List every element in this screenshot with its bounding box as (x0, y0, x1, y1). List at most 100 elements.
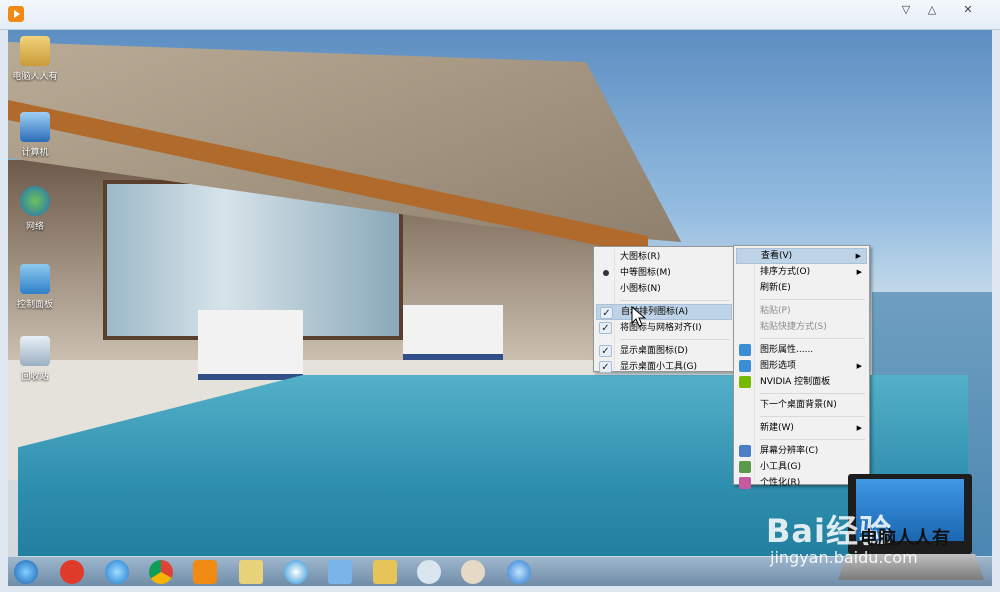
submenu-arrow-icon: ▶ (855, 252, 861, 260)
radio-dot-icon (603, 270, 609, 276)
menu-item-label: 显示桌面图标(D) (620, 346, 688, 356)
desktop-icon-label: 计算机 (21, 148, 49, 158)
intel-graphics-icon (739, 344, 751, 356)
chrome-icon[interactable] (149, 560, 173, 584)
kingsoft-app-icon[interactable] (60, 560, 84, 584)
player-title-bar: ▽ △ ✕ (0, 0, 1000, 30)
menu-item-paste-shortcut[interactable]: 粘贴快捷方式(S) (736, 319, 867, 335)
menu-item-label: 粘贴(P) (760, 306, 791, 316)
submenu-arrow-icon: ▶ (856, 362, 862, 370)
menu-item-label: 大图标(R) (620, 252, 661, 262)
menu-item-resolution[interactable]: 屏幕分辨率(C) (736, 443, 867, 459)
desktop-icon-computer[interactable]: 计算机 (8, 112, 62, 158)
menu-item-label: 中等图标(M) (620, 268, 671, 278)
desktop-icon-label: 回收站 (21, 372, 49, 382)
menu-item-next-background[interactable]: 下一个桌面背景(N) (736, 397, 867, 413)
menu-item-label: 显示桌面小工具(G) (620, 362, 697, 372)
recycle-bin-icon (20, 336, 50, 366)
desktop-icon-control-panel[interactable]: 控制面板 (8, 264, 62, 310)
submenu-arrow-icon: ▶ (856, 424, 862, 432)
menu-item-label: 小图标(N) (620, 284, 661, 294)
menu-separator (620, 300, 730, 301)
desktop-icon-label: 网络 (25, 222, 44, 232)
window-frame-left (0, 30, 8, 592)
control-panel-icon (20, 264, 50, 294)
menu-item-paste[interactable]: 粘贴(P) (736, 303, 867, 319)
menu-item-sort[interactable]: 排序方式(O) ▶ (736, 264, 867, 280)
network-globe-icon (20, 186, 50, 216)
view-submenu: 大图标(R) 中等图标(M) 小图标(N) ✓ 自动排列图标(A) ✓ 将图标与… (593, 246, 735, 375)
menu-item-nvidia[interactable]: NVIDIA 控制面板 (736, 374, 867, 390)
browser-icon[interactable] (284, 560, 308, 584)
menu-item-show-gadgets[interactable]: ✓ 显示桌面小工具(G) (596, 359, 732, 375)
menu-item-label: 查看(V) (761, 251, 793, 261)
user-folder-icon (20, 36, 50, 66)
menu-item-medium-icons[interactable]: 中等图标(M) (596, 265, 732, 281)
menu-item-label: 下一个桌面背景(N) (760, 400, 837, 410)
gear-app-icon[interactable] (507, 560, 531, 584)
paint-bucket-icon[interactable] (417, 560, 441, 584)
menu-item-graphics-properties[interactable]: 图形属性...... (736, 342, 867, 358)
nvidia-icon (739, 376, 751, 388)
start-button-icon[interactable] (14, 560, 38, 584)
minimize-icon[interactable]: △ (922, 2, 942, 18)
menu-separator (760, 299, 865, 300)
menu-item-label: 粘贴快捷方式(S) (760, 322, 827, 332)
menu-item-label: 新建(W) (760, 423, 794, 433)
desktop-icon-label: 控制面板 (16, 300, 53, 310)
paint-palette-icon[interactable] (461, 560, 485, 584)
remote-desktop-icon[interactable] (328, 560, 352, 584)
checkmark-icon: ✓ (599, 361, 612, 373)
menu-item-label: 图形属性...... (760, 345, 814, 355)
watermark-url: jingyan.baidu.com (770, 548, 918, 567)
menu-item-new[interactable]: 新建(W) ▶ (736, 420, 867, 436)
menu-separator (760, 416, 865, 417)
menu-item-label: 小工具(G) (760, 462, 801, 472)
menu-item-view[interactable]: 查看(V) ▶ (736, 248, 867, 264)
monitor-icon (739, 445, 751, 457)
menu-separator (760, 439, 865, 440)
menu-item-label: 排序方式(O) (760, 267, 811, 277)
wallpaper-armchair (403, 305, 503, 360)
menu-item-gadgets[interactable]: 小工具(G) (736, 459, 867, 475)
close-icon[interactable]: ✕ (958, 2, 978, 18)
internet-explorer-icon[interactable] (105, 560, 129, 584)
window-frame-bottom (0, 586, 1000, 592)
menu-item-refresh[interactable]: 刷新(E) (736, 280, 867, 296)
desktop-icon-user[interactable]: 电脑人人有 (8, 36, 62, 82)
desktop-icon-recycle-bin[interactable]: 回收站 (8, 336, 62, 382)
desktop-icon-label: 电脑人人有 (12, 72, 58, 82)
checkmark-icon: ✓ (599, 345, 612, 357)
menu-item-graphics-options[interactable]: 图形选项 ▶ (736, 358, 867, 374)
wallpaper-sofa (198, 310, 303, 380)
menu-item-large-icons[interactable]: 大图标(R) (596, 249, 732, 265)
desktop-icon-network[interactable]: 网络 (8, 186, 62, 232)
dropdown-icon[interactable]: ▽ (896, 2, 916, 18)
sticky-notes-icon[interactable] (239, 560, 263, 584)
menu-item-small-icons[interactable]: 小图标(N) (596, 281, 732, 297)
desktop-context-menu: 查看(V) ▶ 排序方式(O) ▶ 刷新(E) 粘贴(P) 粘贴快捷方式(S) … (733, 245, 870, 489)
checkmark-icon: ✓ (600, 307, 613, 319)
menu-item-auto-arrange[interactable]: ✓ 自动排列图标(A) (596, 304, 732, 320)
player-app-icon[interactable] (8, 6, 24, 22)
menu-item-show-desktop-icons[interactable]: ✓ 显示桌面图标(D) (596, 343, 732, 359)
media-player-icon[interactable] (193, 560, 217, 584)
menu-item-label: 图形选项 (760, 361, 797, 371)
menu-item-label: NVIDIA 控制面板 (760, 377, 831, 387)
submenu-arrow-icon: ▶ (856, 268, 862, 276)
menu-separator (760, 393, 865, 394)
menu-separator (620, 339, 730, 340)
personalize-icon (739, 477, 751, 489)
menu-separator (760, 338, 865, 339)
checkmark-icon: ✓ (599, 322, 612, 334)
menu-item-align-to-grid[interactable]: ✓ 将图标与网格对齐(I) (596, 320, 732, 336)
computer-icon (20, 112, 50, 142)
menu-item-label: 屏幕分辨率(C) (760, 446, 819, 456)
watermark-tag: 电脑人人有 (860, 528, 950, 549)
window-frame-right (992, 30, 1000, 592)
intel-graphics-icon (739, 360, 751, 372)
file-explorer-icon[interactable] (373, 560, 397, 584)
mouse-cursor-icon (631, 306, 647, 327)
gadgets-icon (739, 461, 751, 473)
menu-item-label: 个性化(R) (760, 478, 801, 488)
